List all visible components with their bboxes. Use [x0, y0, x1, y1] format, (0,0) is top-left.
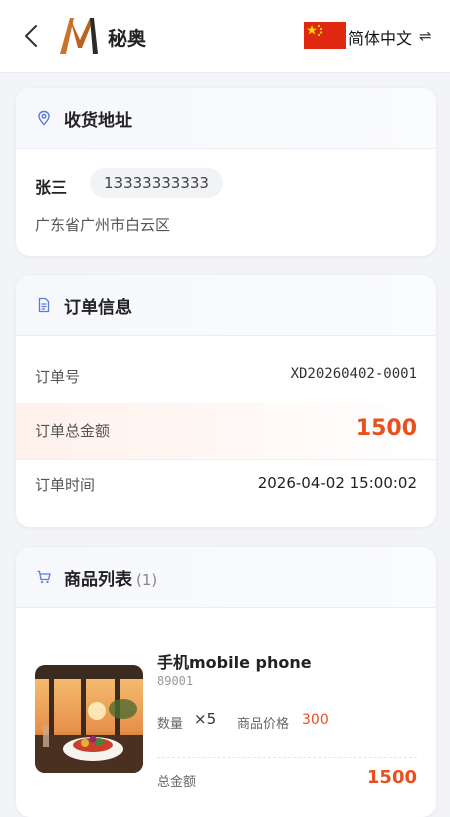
- order-time-label: 订单时间: [35, 476, 96, 494]
- product-name[interactable]: 手机mobile phone: [157, 649, 312, 673]
- brand-name: 秘奥: [108, 28, 147, 50]
- chevron-left-icon[interactable]: [22, 24, 42, 48]
- order-card-header: 订单信息: [16, 275, 436, 336]
- order-total: 1500: [355, 416, 417, 441]
- price-value: 300: [302, 712, 329, 728]
- product-title: 商品列表 (1): [64, 565, 157, 590]
- product-count: (1): [136, 571, 158, 589]
- order-total-row: 订单总金额 1500: [16, 403, 436, 460]
- address-card-header: 收货地址: [16, 88, 436, 149]
- top-bar: 秘奥 简体中文 ⇌: [0, 0, 450, 73]
- brand-logo: [60, 18, 98, 54]
- order-time: 2026-04-02 15:00:02: [257, 474, 417, 492]
- product-total: 1500: [366, 767, 417, 788]
- product-list-card: 商品列表 (1) 手机mobile phone 89001 数量 ×5 商品价格…: [16, 547, 436, 817]
- quantity-value: ×5: [194, 710, 217, 728]
- swap-icon[interactable]: ⇌: [419, 27, 432, 45]
- cart-icon: [37, 570, 51, 584]
- product-image[interactable]: [35, 665, 143, 773]
- product-total-label: 总金额: [157, 775, 197, 790]
- price-label: 商品价格: [237, 717, 290, 732]
- address-card: 收货地址 张三 13333333333 广东省广州市白云区: [16, 88, 436, 256]
- address-title: 收货地址: [64, 111, 132, 131]
- document-icon: [38, 297, 50, 313]
- recipient-name: 张三: [35, 178, 68, 197]
- order-info-card: 订单信息 订单号 XD20260402-0001 订单总金额 1500 订单时间…: [16, 275, 436, 527]
- product-card-header: 商品列表 (1): [16, 547, 436, 608]
- product-title-text: 商品列表: [64, 570, 132, 590]
- quantity-label: 数量: [157, 717, 184, 732]
- order-total-label: 订单总金额: [35, 422, 111, 440]
- recipient-address: 广东省广州市白云区: [35, 216, 171, 234]
- order-time-row: 订单时间 2026-04-02 15:00:02: [16, 457, 436, 513]
- china-flag-icon[interactable]: [304, 22, 346, 49]
- recipient-phone: 13333333333: [90, 168, 223, 198]
- order-title: 订单信息: [64, 298, 132, 318]
- order-number-label: 订单号: [35, 368, 81, 386]
- order-number: XD20260402-0001: [290, 366, 417, 382]
- location-pin-icon: [38, 110, 50, 126]
- divider: [157, 757, 417, 758]
- language-selector[interactable]: 简体中文: [348, 25, 412, 49]
- product-sku: 89001: [157, 674, 194, 688]
- order-number-row: 订单号 XD20260402-0001: [16, 349, 436, 406]
